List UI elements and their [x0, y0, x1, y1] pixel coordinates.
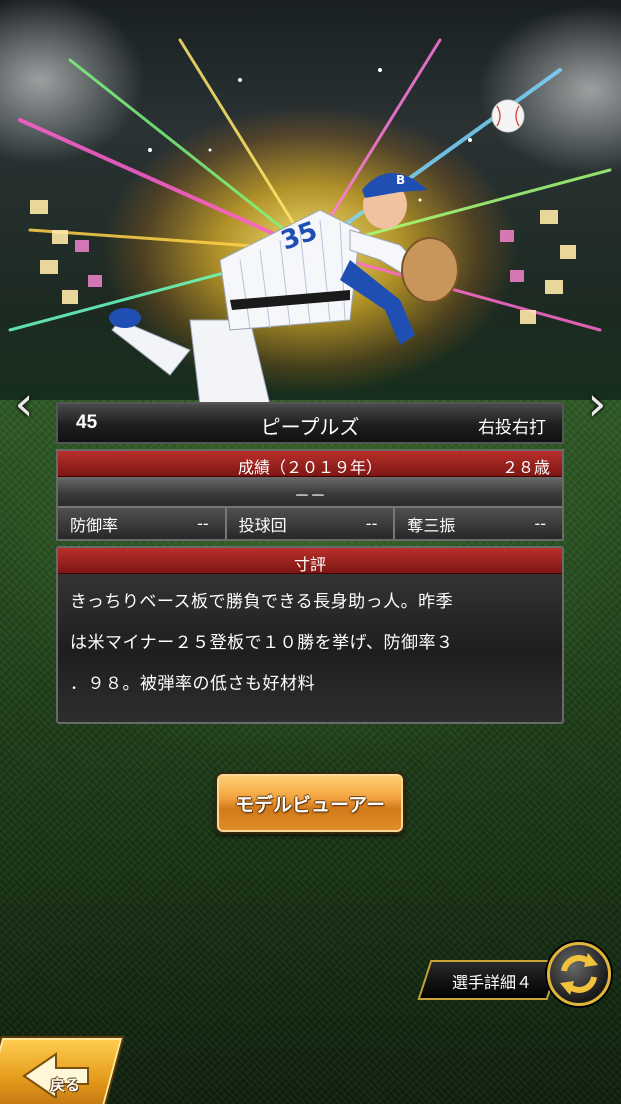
stats-values-row: 防御率 -- 投球回 -- 奪三振 -- — [58, 508, 563, 539]
stat-era: 防御率 -- — [58, 508, 227, 539]
player-portrait: 35 B — [109, 172, 459, 406]
stat-strikeouts: 奪三振 -- — [395, 508, 563, 539]
review-panel: 寸評 きっちりベース板で勝負できる長身助っ人。昨季 は米マイナー２５登板で１０勝… — [56, 546, 564, 724]
review-text: きっちりベース板で勝負できる長身助っ人。昨季 は米マイナー２５登板で１０勝を挙げ… — [58, 574, 562, 705]
model-viewer-button[interactable]: モデルビューアー — [215, 772, 405, 834]
stats-team-line: －－ — [58, 477, 562, 508]
stat-strikeouts-label: 奪三振 — [407, 515, 456, 535]
stat-innings-value: -- — [365, 514, 378, 533]
stats-header: 成績（２０１９年） — [237, 458, 382, 477]
stats-panel: 成績（２０１９年） ２８歳 －－ 防御率 -- 投球回 -- 奪三振 -- — [56, 449, 564, 541]
review-line: ．９８。被弾率の低さも好材料 — [70, 674, 315, 694]
swap-arrows-icon[interactable] — [547, 942, 611, 1006]
baseball-icon — [491, 99, 525, 133]
review-line: きっちりベース板で勝負できる長身助っ人。昨季 — [70, 592, 454, 612]
review-header-bar: 寸評 — [58, 548, 562, 574]
stat-strikeouts-value: -- — [534, 514, 547, 533]
chevron-left-icon[interactable]: ‹ — [6, 378, 42, 430]
svg-text:B: B — [396, 173, 405, 187]
back-label[interactable]: 戻る — [50, 1074, 80, 1095]
stat-innings-label: 投球回 — [238, 515, 287, 535]
review-header: 寸評 — [293, 555, 326, 574]
player-age: ２８歳 — [501, 458, 550, 477]
stat-innings: 投球回 -- — [226, 508, 396, 539]
handedness: 右投右打 — [478, 418, 546, 438]
review-line: は米マイナー２５登板で１０勝を挙げ、防御率３ — [70, 633, 454, 653]
chevron-right-icon[interactable]: › — [579, 378, 615, 430]
stats-header-bar: 成績（２０１９年） ２８歳 — [58, 451, 562, 477]
player-detail-label[interactable]: 選手詳細４ — [434, 969, 550, 993]
player-header: 45 ピープルズ 右投右打 — [56, 402, 564, 444]
stat-era-label: 防御率 — [70, 515, 119, 535]
stat-era-value: -- — [197, 514, 209, 533]
